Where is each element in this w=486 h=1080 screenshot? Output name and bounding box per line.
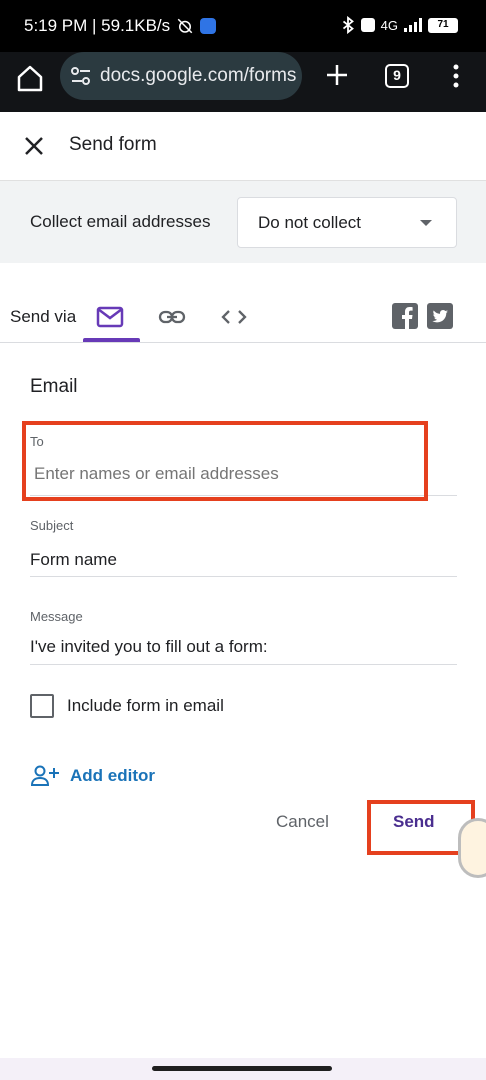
- tab-switcher-button[interactable]: 9: [385, 64, 409, 88]
- battery-icon: 71: [428, 17, 458, 33]
- signal-icon: [404, 18, 422, 32]
- collect-email-section: Collect email addresses Do not collect: [0, 180, 486, 263]
- collect-email-value: Do not collect: [258, 213, 361, 232]
- alarm-off-icon: [177, 18, 193, 34]
- bluetooth-icon: [342, 16, 354, 34]
- dialog-title: Send form: [69, 134, 157, 155]
- more-options-icon[interactable]: [446, 62, 466, 90]
- to-field-highlight: [22, 421, 428, 501]
- message-input[interactable]: I've invited you to fill out a form:: [30, 637, 268, 657]
- floating-bubble[interactable]: [458, 818, 486, 878]
- volte-icon: [360, 18, 375, 32]
- navigation-bar: [0, 1058, 486, 1080]
- send-via-row: Send via: [0, 263, 486, 343]
- person-add-icon: [30, 765, 59, 786]
- send-via-label: Send via: [10, 307, 77, 326]
- collect-email-label: Collect email addresses: [30, 212, 211, 231]
- subject-label: Subject: [30, 518, 74, 533]
- include-form-checkbox[interactable]: [30, 694, 54, 718]
- facebook-icon[interactable]: [392, 303, 418, 329]
- dialog-header: Send form: [0, 112, 486, 180]
- status-bar: 5:19 PM | 59.1KB/s 4G 71: [0, 0, 486, 52]
- tab-link[interactable]: [152, 301, 192, 333]
- status-left: 5:19 PM | 59.1KB/s: [24, 16, 217, 36]
- include-form-label: Include form in email: [67, 696, 224, 715]
- status-time-speed: 5:19 PM | 59.1KB/s: [24, 16, 171, 35]
- message-label: Message: [30, 609, 83, 624]
- collect-email-dropdown[interactable]: Do not collect: [237, 197, 457, 248]
- status-right: 4G 71: [341, 16, 458, 34]
- twitter-icon[interactable]: [427, 303, 453, 329]
- add-editor-button[interactable]: Add editor: [30, 765, 155, 787]
- email-section-heading: Email: [30, 376, 78, 397]
- active-tab-indicator: [83, 338, 140, 342]
- browser-toolbar: docs.google.com/forms 9: [0, 52, 486, 112]
- network-type: 4G: [380, 17, 398, 33]
- message-app-icon: [200, 18, 217, 34]
- close-icon[interactable]: [22, 134, 46, 158]
- link-icon: [158, 310, 186, 324]
- new-tab-icon[interactable]: [322, 60, 352, 90]
- subject-input[interactable]: Form name: [30, 550, 117, 570]
- chevron-down-icon: [420, 220, 432, 226]
- add-editor-label: Add editor: [70, 766, 155, 785]
- mail-icon: [96, 306, 124, 328]
- url-text: docs.google.com/forms: [100, 65, 297, 86]
- cancel-button[interactable]: Cancel: [276, 812, 329, 832]
- address-bar[interactable]: docs.google.com/forms: [60, 52, 302, 100]
- tab-email[interactable]: [90, 301, 130, 333]
- home-indicator[interactable]: [152, 1066, 332, 1071]
- home-icon[interactable]: [14, 62, 46, 94]
- tab-embed[interactable]: [214, 301, 254, 333]
- subject-field: Subject Form name: [30, 512, 457, 577]
- message-field: Message I've invited you to fill out a f…: [30, 603, 457, 665]
- code-icon: [221, 310, 247, 324]
- site-settings-icon[interactable]: [70, 66, 92, 86]
